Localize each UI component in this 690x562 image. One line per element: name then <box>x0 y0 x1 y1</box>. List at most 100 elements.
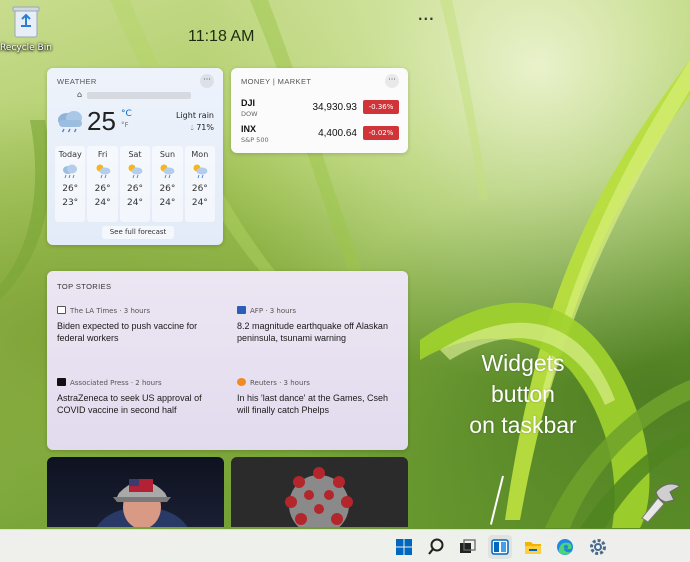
forecast-day-label: Sun <box>159 150 176 159</box>
weather-title: WEATHER <box>57 77 97 86</box>
associated-press-logo-icon <box>57 378 66 386</box>
taskbar <box>0 529 690 562</box>
market-price: 34,930.93 <box>312 102 358 113</box>
top-stories-title: TOP STORIES <box>57 282 112 291</box>
la-times-logo-icon <box>57 306 66 314</box>
settings-button[interactable] <box>586 535 610 559</box>
market-price: 4,400.64 <box>318 128 357 139</box>
market-change-badge: -0.02% <box>363 126 399 140</box>
annotation-text: Widgets button on taskbar <box>462 348 584 441</box>
edge-icon <box>557 539 573 555</box>
story-headline: Biden expected to push vaccine for feder… <box>57 321 198 343</box>
search-icon <box>428 538 444 555</box>
search-button[interactable] <box>424 535 448 559</box>
forecast-row: Today 26° 23° Fri 26° 24° Sat 26° 24° Su… <box>55 146 216 222</box>
market-change-badge: -0.36% <box>363 100 399 114</box>
forecast-low: 24° <box>191 198 208 208</box>
board-clock: 11:18 AM <box>188 28 255 45</box>
forecast-high: 26° <box>191 184 208 194</box>
news-image-tile[interactable] <box>47 457 224 527</box>
forecast-day[interactable]: Sun 26° 24° <box>152 146 183 222</box>
file-explorer-button[interactable] <box>521 535 545 559</box>
forecast-low: 23° <box>62 198 79 208</box>
file-explorer-icon <box>525 542 541 554</box>
forecast-high: 26° <box>94 184 111 194</box>
sun-cloud-rain-icon <box>96 164 111 179</box>
weather-widget[interactable]: WEATHER ··· ⌂ 25 °C °F Light rain 💧︎ 71%… <box>47 68 223 245</box>
edge-button[interactable] <box>553 535 577 559</box>
sun-cloud-rain-icon <box>193 164 208 179</box>
story-source: The LA Times · 3 hours <box>57 306 222 317</box>
afp-logo-icon <box>237 306 246 314</box>
current-temperature: 25 <box>87 106 116 136</box>
unit-toggle[interactable]: °C °F <box>121 109 132 131</box>
watermark-logo <box>641 483 682 523</box>
forecast-day[interactable]: Sat 26° 24° <box>119 146 151 222</box>
forecast-high: 26° <box>127 184 143 194</box>
news-image-tile[interactable] <box>231 457 408 527</box>
location-icon: ⌂ <box>77 90 83 99</box>
story-item[interactable]: Reuters · 3 hours In his 'last dance' at… <box>237 378 402 416</box>
forecast-low: 24° <box>159 198 176 208</box>
unit-celsius[interactable]: °C <box>121 109 132 119</box>
market-symbol: DJI <box>241 98 256 108</box>
annotation-line-1: Widgets <box>481 350 565 376</box>
forecast-high: 26° <box>159 184 176 194</box>
forecast-day[interactable]: Fri 26° 24° <box>87 146 118 222</box>
story-item[interactable]: Associated Press · 2 hours AstraZeneca t… <box>57 378 222 416</box>
sun-cloud-rain-icon <box>160 164 175 179</box>
story-source: Associated Press · 2 hours <box>57 378 222 389</box>
forecast-day[interactable]: Mon 26° 24° <box>184 146 216 222</box>
start-button[interactable] <box>392 535 416 559</box>
cloud-rain-icon <box>58 111 82 133</box>
forecast-day[interactable]: Today 26° 23° <box>55 146 86 222</box>
forecast-day-label: Mon <box>191 150 209 159</box>
widgets-button[interactable] <box>488 535 512 559</box>
settings-icon <box>590 539 606 555</box>
virus-image <box>285 467 353 527</box>
story-item[interactable]: AFP · 3 hours 8.2 magnitude earthquake o… <box>237 306 402 344</box>
market-title: MONEY | MARKET <box>241 77 312 86</box>
widgets-icon <box>491 539 509 555</box>
person-in-cap-image <box>96 479 188 527</box>
precipitation-value: 71% <box>196 123 214 132</box>
story-headline: In his 'last dance' at the Games, Cseh w… <box>237 393 389 415</box>
recycle-bin-icon <box>12 6 40 38</box>
precipitation: 💧︎ 71% <box>190 123 214 133</box>
market-row[interactable]: INX S&P 500 4,400.64 -0.02% <box>241 124 399 148</box>
market-more-button[interactable]: ··· <box>385 74 399 88</box>
story-source-text: AFP · 3 hours <box>250 307 297 315</box>
story-item[interactable]: The LA Times · 3 hours Biden expected to… <box>57 306 222 344</box>
story-headline: AstraZeneca to seek US approval of COVID… <box>57 393 202 415</box>
raindrop-icon: 💧︎ <box>190 123 194 132</box>
market-symbol: INX <box>241 124 257 134</box>
weather-more-button[interactable]: ··· <box>200 74 214 88</box>
story-source-text: Reuters · 3 hours <box>250 379 310 387</box>
unit-fahrenheit[interactable]: °F <box>121 120 132 131</box>
cloud-rain-icon <box>63 164 78 179</box>
weather-condition: Light rain <box>176 111 214 120</box>
annotation-line-3: on taskbar <box>469 412 577 438</box>
forecast-day-label: Today <box>58 150 82 159</box>
story-source-text: The LA Times · 3 hours <box>70 307 151 315</box>
forecast-low: 24° <box>127 198 143 208</box>
board-more-button[interactable]: ··· <box>418 12 435 26</box>
task-view-icon <box>460 539 476 553</box>
forecast-day-label: Fri <box>97 150 108 159</box>
task-view-button[interactable] <box>455 535 479 559</box>
market-exchange: S&P 500 <box>241 136 269 144</box>
reuters-logo-icon <box>237 378 246 386</box>
recycle-bin-label: Recycle Bin <box>0 43 52 53</box>
recycle-bin[interactable]: Recycle Bin <box>0 4 52 53</box>
market-widget[interactable]: MONEY | MARKET ··· DJI DOW 34,930.93 -0.… <box>231 68 408 153</box>
start-icon <box>396 539 412 555</box>
annotation-line-2: button <box>491 381 555 407</box>
top-stories-widget[interactable]: TOP STORIES The LA Times · 3 hours Biden… <box>47 271 408 450</box>
market-row[interactable]: DJI DOW 34,930.93 -0.36% <box>241 98 399 122</box>
forecast-high: 26° <box>62 184 79 194</box>
story-source: AFP · 3 hours <box>237 306 402 317</box>
forecast-low: 24° <box>94 198 111 208</box>
location-name-redacted <box>87 92 191 99</box>
see-full-forecast-link[interactable]: See full forecast <box>102 226 174 239</box>
story-source-text: Associated Press · 2 hours <box>70 379 162 387</box>
